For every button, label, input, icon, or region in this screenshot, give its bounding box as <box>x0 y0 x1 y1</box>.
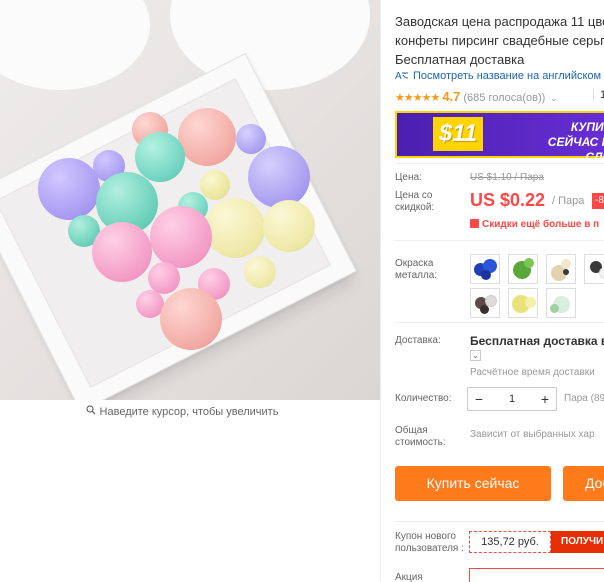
shipping-value[interactable]: Бесплатная доставка в Ru <box>470 334 604 348</box>
banner-slogan: КУПИТЕ СЕЙЧАС НА СЛЕД <box>547 120 604 164</box>
price-unit: / Пара <box>552 195 585 207</box>
pearl <box>178 108 236 166</box>
banner-price: $11 <box>433 117 483 151</box>
translate-link-text: Посмотреть название на английском <box>413 70 602 82</box>
votes-count: (685 голоса(ов)) <box>463 92 546 104</box>
coupon-amount: 135,72 руб. <box>469 531 551 553</box>
pearl <box>236 124 266 154</box>
coupon-label: Купон нового пользователя : <box>395 531 464 554</box>
decrement-button[interactable]: − <box>468 388 490 410</box>
search-icon <box>85 404 96 420</box>
add-to-cart-button[interactable]: Доб <box>563 466 604 501</box>
pearl <box>160 288 222 350</box>
zoom-hint-text: Наведите курсор, чтобы увеличить <box>99 406 279 418</box>
buy-now-button[interactable]: Купить сейчас <box>395 466 551 501</box>
chevron-down-icon: ⌄ <box>550 94 558 103</box>
quantity-input[interactable]: 1 <box>490 388 534 410</box>
promo-banner[interactable]: $11 КУПИТЕ СЕЙЧАС НА СЛЕД <box>395 111 604 164</box>
discount-badge: -8 <box>592 193 604 209</box>
pearl <box>263 200 315 252</box>
price-label: Цена: <box>395 172 422 183</box>
translate-icon: A <box>395 71 409 82</box>
shipping-label: Доставка: <box>395 335 441 346</box>
zoom-hint: Наведите курсор, чтобы увеличить <box>0 404 364 420</box>
orders-count: 195 <box>593 89 604 101</box>
pearl <box>200 170 230 200</box>
rating[interactable]: ★★★★★ 4.7 (685 голоса(ов)) ⌄ <box>395 89 557 104</box>
swatch-option[interactable] <box>508 288 538 318</box>
increment-button[interactable]: + <box>534 388 556 410</box>
divider <box>395 163 604 164</box>
pearl <box>205 198 265 258</box>
pearl <box>244 256 276 288</box>
pearl <box>92 222 152 282</box>
quantity-stepper: − 1 + <box>467 387 557 411</box>
total-value: Зависит от выбранных хар <box>470 429 595 440</box>
color-label: Окраска металла: <box>395 258 438 281</box>
chevron-down-icon[interactable]: ⌄ <box>470 350 481 361</box>
coupon-icon <box>470 219 479 228</box>
original-price: US $1.10 / Пара <box>470 172 544 183</box>
divider <box>380 0 381 582</box>
promo-label: Акция <box>395 572 423 582</box>
pearl <box>135 132 185 182</box>
pearl <box>150 206 212 268</box>
discount-price-label: Цена со скидкой: <box>395 190 435 213</box>
quantity-label: Количество: <box>395 393 452 404</box>
pearl <box>148 262 180 294</box>
svg-text:A: A <box>395 71 402 81</box>
product-image[interactable] <box>0 0 380 400</box>
more-discounts-text: Скидки ещё больше в п <box>482 219 600 230</box>
translate-title-link[interactable]: A Посмотреть название на английском <box>395 69 601 82</box>
pearl <box>248 146 310 208</box>
product-title: Заводская цена распродажа 11 цветов конф… <box>395 14 604 67</box>
product-details: Заводская цена распродажа 11 цветов конф… <box>395 0 604 582</box>
swatch-option[interactable] <box>470 254 500 284</box>
swatch-option[interactable] <box>584 254 604 284</box>
get-coupon-button[interactable]: ПОЛУЧИ <box>551 531 604 553</box>
total-label: Общая стоимость: <box>395 425 446 448</box>
more-discounts-link[interactable]: Скидки ещё больше в п <box>470 219 599 230</box>
discount-price: US $0.22 <box>470 190 546 210</box>
background-paper <box>0 0 150 90</box>
swatch-option[interactable] <box>508 254 538 284</box>
swatch-option[interactable] <box>546 288 576 318</box>
promo-box <box>469 568 604 582</box>
swatch-option[interactable] <box>470 288 500 318</box>
swatch-option[interactable] <box>546 254 576 284</box>
delivery-time: Расчётное время доставки <box>470 367 595 378</box>
product-gallery: Наведите курсор, чтобы увеличить <box>0 0 380 582</box>
rating-score: 4.7 <box>442 89 461 104</box>
divider <box>395 521 604 522</box>
quantity-unit: Пара (89 <box>564 393 604 404</box>
rating-stars: ★★★★★ <box>395 92 440 104</box>
divider <box>395 240 604 241</box>
pearl <box>38 158 100 220</box>
divider <box>395 322 604 323</box>
